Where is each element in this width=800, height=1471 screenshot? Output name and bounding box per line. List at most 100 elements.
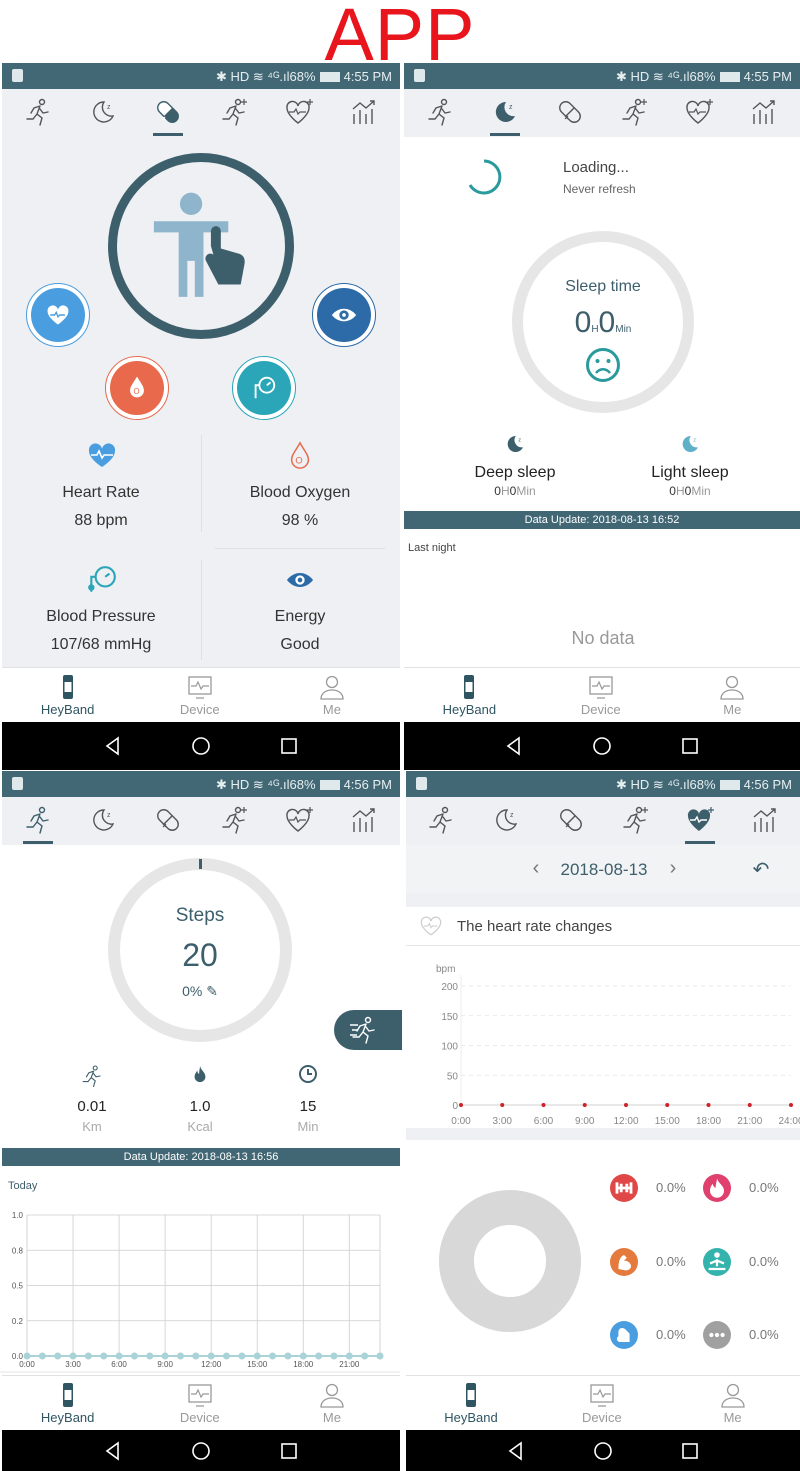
start-workout-button[interactable] xyxy=(334,1010,402,1050)
home-button[interactable] xyxy=(191,1441,211,1461)
tab-sleep-moon[interactable] xyxy=(83,805,123,841)
svg-text:O: O xyxy=(295,455,302,465)
signal-icons: ✱ HD ≋ ⁴ᴳ.ıl xyxy=(216,777,290,792)
tab-heart-rate-plus[interactable] xyxy=(679,97,719,133)
person-icon xyxy=(719,674,745,700)
device-icon xyxy=(187,1382,213,1408)
nav-me[interactable]: Me xyxy=(692,674,772,717)
battery-level: 68% xyxy=(689,777,716,792)
tab-running[interactable] xyxy=(18,97,58,133)
data-point xyxy=(192,1352,200,1360)
status-bar: ✱ HD ≋ ⁴ᴳ.ıl68% 4:55 PM xyxy=(2,63,400,89)
tab-stats-chart[interactable] xyxy=(744,97,784,133)
gap xyxy=(406,1128,800,1140)
home-button[interactable] xyxy=(593,1441,613,1461)
nav-heyband[interactable]: HeyBand xyxy=(429,674,509,717)
blood-oxygen-icon: O xyxy=(290,441,310,469)
status-icons: ✱ HD ≋ ⁴ᴳ.ıl68% 4:56 PM xyxy=(616,777,792,793)
steps-percent[interactable]: 0% ✎ xyxy=(182,983,218,1000)
back-button[interactable] xyxy=(504,736,524,756)
tab-health-pill[interactable] xyxy=(551,805,591,841)
x-tick-label: 24:00 xyxy=(778,1116,800,1127)
tab-sleep-moon[interactable] xyxy=(83,97,123,133)
data-point xyxy=(500,1103,505,1107)
recent-apps-button[interactable] xyxy=(279,1441,299,1461)
data-point xyxy=(706,1103,711,1107)
back-button[interactable] xyxy=(103,1441,123,1461)
eye-icon xyxy=(331,308,357,322)
health-pill-icon xyxy=(153,97,183,127)
data-point xyxy=(541,1103,546,1107)
tab-exercise-plus[interactable] xyxy=(614,97,654,133)
data-point xyxy=(330,1352,338,1360)
tab-stats-chart[interactable] xyxy=(344,805,384,841)
y-tick-label: 0.8 xyxy=(12,1246,24,1255)
data-point xyxy=(223,1352,231,1360)
donut-empty-ring xyxy=(438,1189,582,1333)
nav-label: Me xyxy=(322,1410,341,1425)
nav-me[interactable]: Me xyxy=(292,674,372,717)
nav-device[interactable]: Device xyxy=(160,674,240,717)
tab-heart-rate-plus[interactable] xyxy=(279,97,319,133)
nav-device[interactable]: Device xyxy=(160,1382,240,1425)
recent-apps-button[interactable] xyxy=(680,736,700,756)
nav-heyband[interactable]: HeyBand xyxy=(431,1382,511,1425)
exercise-plus-icon xyxy=(219,97,249,127)
blood-pressure-button[interactable] xyxy=(232,356,296,420)
tab-sleep-moon[interactable] xyxy=(486,805,526,841)
body-test-button[interactable] xyxy=(108,153,294,339)
tab-stats-chart[interactable] xyxy=(344,97,384,133)
back-button[interactable] xyxy=(506,1441,526,1461)
tab-running[interactable] xyxy=(420,97,460,133)
notification-icon xyxy=(12,777,23,790)
divider xyxy=(201,435,202,532)
nav-device[interactable]: Device xyxy=(562,1382,642,1425)
x-tick-label: 12:00 xyxy=(613,1116,638,1127)
recent-apps-button[interactable] xyxy=(279,736,299,756)
recent-apps-button[interactable] xyxy=(680,1441,700,1461)
status-bar: ✱ HD ≋ ⁴ᴳ.ıl68% 4:55 PM xyxy=(404,63,800,89)
next-date-button[interactable]: › xyxy=(670,857,677,880)
home-button[interactable] xyxy=(191,736,211,756)
nav-me[interactable]: Me xyxy=(292,1382,372,1425)
deep-sleep-value: 0H0Min xyxy=(494,484,536,498)
nav-heyband[interactable]: HeyBand xyxy=(28,674,108,717)
tab-health-pill[interactable] xyxy=(550,97,590,133)
steps-progress-marker xyxy=(199,859,202,869)
tab-stats-chart[interactable] xyxy=(745,805,785,841)
tab-health-pill[interactable] xyxy=(148,97,188,136)
blood-oxygen-button[interactable]: O xyxy=(105,356,169,420)
bottom-nav: HeyBand Device Me xyxy=(404,667,800,722)
distance-running-icon xyxy=(80,1064,104,1093)
x-tick-label: 15:00 xyxy=(655,1116,680,1127)
data-point xyxy=(253,1352,261,1360)
data-point xyxy=(100,1352,108,1360)
tab-exercise-plus[interactable] xyxy=(214,97,254,133)
energy-button[interactable] xyxy=(312,283,376,347)
tab-running[interactable] xyxy=(421,805,461,841)
heart-rate-button[interactable] xyxy=(26,283,90,347)
tab-exercise-plus[interactable] xyxy=(615,805,655,841)
heart-rate-plus-icon xyxy=(684,97,714,127)
clock: 4:55 PM xyxy=(343,69,392,84)
notification-icon xyxy=(414,69,425,82)
edit-goal-icon[interactable]: ✎ xyxy=(206,983,218,999)
undo-icon[interactable]: ↶ xyxy=(753,857,770,882)
tab-heart-rate-plus[interactable] xyxy=(279,805,319,841)
battery-icon xyxy=(719,780,740,790)
nav-heyband[interactable]: HeyBand xyxy=(28,1382,108,1425)
y-tick-label: 0.5 xyxy=(12,1282,24,1291)
nav-device[interactable]: Device xyxy=(561,674,641,717)
back-button[interactable] xyxy=(103,736,123,756)
tab-exercise-plus[interactable] xyxy=(214,805,254,841)
data-point xyxy=(582,1103,587,1107)
tab-heart-rate-plus[interactable] xyxy=(680,805,720,844)
tab-health-pill[interactable] xyxy=(148,805,188,841)
tab-running[interactable] xyxy=(18,805,58,844)
nav-me[interactable]: Me xyxy=(693,1382,773,1425)
tab-sleep-moon[interactable] xyxy=(485,97,525,136)
prev-date-button[interactable]: ‹ xyxy=(533,857,540,880)
home-button[interactable] xyxy=(592,736,612,756)
health-pill-icon xyxy=(556,805,586,835)
data-point xyxy=(69,1352,77,1360)
